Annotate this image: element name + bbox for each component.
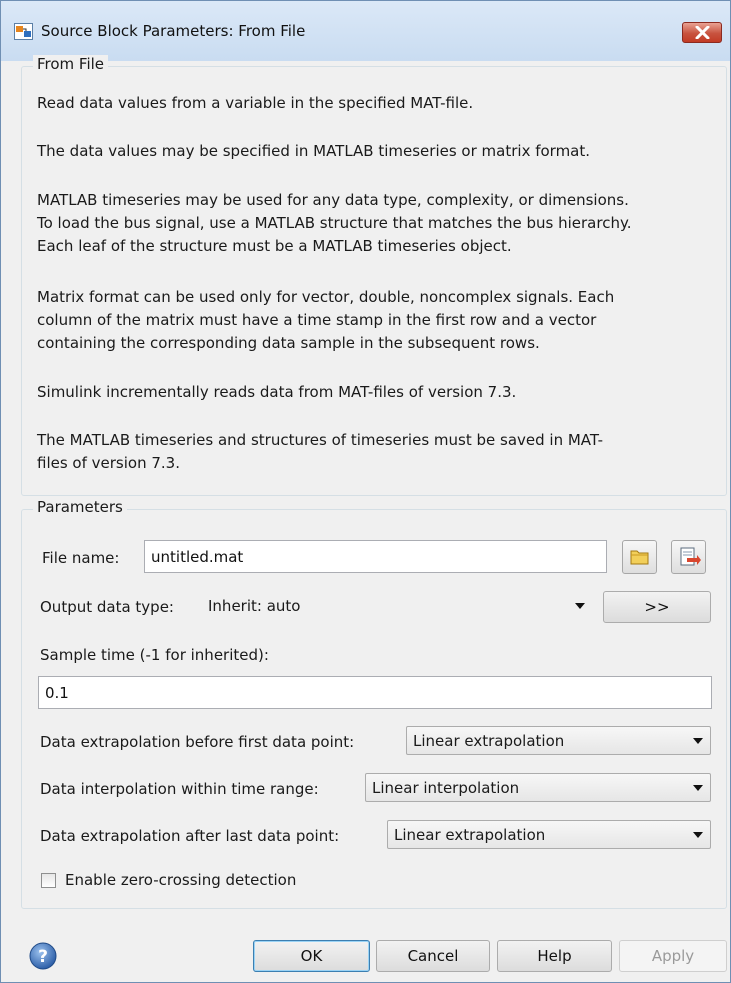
description-line: MATLAB timeseries may be used for any da… <box>37 191 629 209</box>
interp-within-label: Data interpolation within time range: <box>40 780 319 798</box>
extrap-before-label: Data extrapolation before first data poi… <box>40 733 355 751</box>
load-file-icon <box>680 547 701 566</box>
close-button[interactable] <box>682 22 722 43</box>
help-button[interactable]: Help <box>497 940 612 972</box>
cancel-button[interactable]: Cancel <box>376 940 490 972</box>
ok-button[interactable]: OK <box>253 940 370 972</box>
title-bar[interactable]: Source Block Parameters: From File <box>1 1 730 61</box>
chevron-down-icon <box>693 785 703 791</box>
chevron-down-icon <box>693 738 703 744</box>
output-type-label: Output data type: <box>40 598 174 616</box>
sample-time-label: Sample time (-1 for inherited): <box>40 646 269 664</box>
extrap-before-select[interactable]: Linear extrapolation <box>406 726 711 755</box>
zero-crossing-checkbox[interactable] <box>41 873 56 888</box>
apply-button[interactable]: Apply <box>619 940 727 972</box>
folder-icon <box>630 550 649 565</box>
description-line: files of version 7.3. <box>37 454 180 472</box>
chevron-down-icon <box>693 832 703 838</box>
description-line: Each leaf of the structure must be a MAT… <box>37 237 512 255</box>
output-type-value: Inherit: auto <box>208 597 301 615</box>
interp-within-value: Linear interpolation <box>372 779 520 797</box>
window-title: Source Block Parameters: From File <box>41 22 306 40</box>
description-line: The MATLAB timeseries and structures of … <box>37 431 604 449</box>
description-line: Matrix format can be used only for vecto… <box>37 288 615 306</box>
description-line: The data values may be specified in MATL… <box>37 142 591 160</box>
file-name-input[interactable] <box>144 540 607 573</box>
description-line: To load the bus signal, use a MATLAB str… <box>37 214 632 232</box>
chevron-down-icon <box>575 603 585 609</box>
description-line: Simulink incrementally reads data from M… <box>37 383 517 401</box>
file-name-label: File name: <box>42 549 120 567</box>
load-file-button[interactable] <box>671 540 706 574</box>
svg-text:?: ? <box>38 947 48 967</box>
extrap-after-select[interactable]: Linear extrapolation <box>387 820 711 849</box>
description-line: containing the corresponding data sample… <box>37 334 540 352</box>
data-type-assistant-button[interactable]: >> <box>603 591 711 623</box>
description-line: column of the matrix must have a time st… <box>37 311 597 329</box>
output-type-select[interactable]: Inherit: auto <box>201 591 593 620</box>
sample-time-input[interactable] <box>38 676 712 709</box>
dialog-window: Source Block Parameters: From File From … <box>0 0 731 983</box>
interp-within-select[interactable]: Linear interpolation <box>365 773 711 802</box>
help-circle-icon[interactable]: ? <box>29 942 57 970</box>
zero-crossing-label[interactable]: Enable zero-crossing detection <box>65 871 296 889</box>
description-line: Read data values from a variable in the … <box>37 94 474 112</box>
description-group-legend: From File <box>33 55 109 73</box>
extrap-before-value: Linear extrapolation <box>413 732 565 750</box>
parameters-group-legend: Parameters <box>33 498 127 516</box>
extrap-after-value: Linear extrapolation <box>394 826 546 844</box>
close-icon <box>695 26 710 39</box>
simulink-block-icon <box>14 23 33 40</box>
extrap-after-label: Data extrapolation after last data point… <box>40 827 340 845</box>
browse-button[interactable] <box>622 540 657 574</box>
